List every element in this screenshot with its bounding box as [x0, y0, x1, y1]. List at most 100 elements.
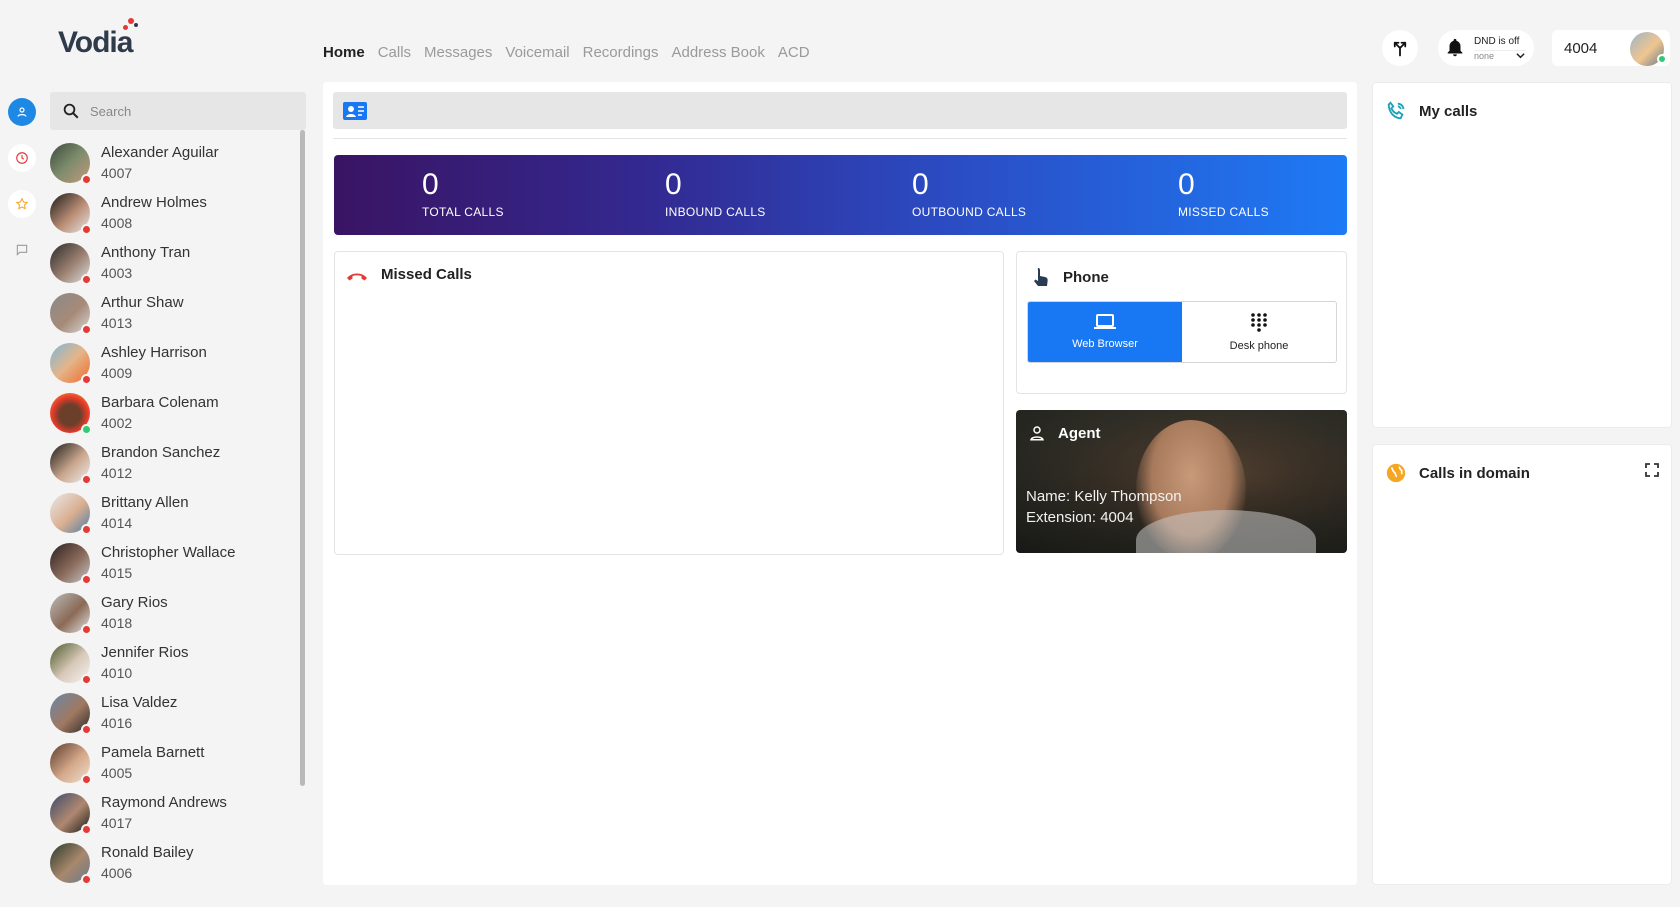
agent-name: Name: Kelly Thompson	[1026, 488, 1182, 505]
contact-item[interactable]: Gary Rios 4018	[50, 588, 300, 638]
tab-messages[interactable]: Messages	[424, 44, 492, 61]
rail-chat[interactable]	[8, 236, 36, 264]
fullscreen-icon	[1645, 463, 1659, 477]
status-dot	[81, 624, 92, 635]
avatar	[50, 443, 92, 485]
status-dot	[81, 674, 92, 685]
contact-name: Arthur Shaw	[101, 294, 184, 311]
avatar	[50, 293, 92, 335]
side-rail	[8, 98, 36, 282]
tab-recordings[interactable]: Recordings	[583, 44, 659, 61]
tab-home[interactable]: Home	[323, 44, 365, 61]
contact-item[interactable]: Lisa Valdez 4016	[50, 688, 300, 738]
status-dot	[81, 774, 92, 785]
status-dot	[81, 374, 92, 385]
tab-address-book[interactable]: Address Book	[671, 44, 764, 61]
phone-call-icon	[1387, 101, 1405, 120]
contact-name: Brittany Allen	[101, 494, 189, 511]
contact-item[interactable]: Alexander Aguilar 4007	[50, 138, 300, 188]
status-dot	[81, 524, 92, 535]
my-calls-title: My calls	[1419, 102, 1478, 120]
status-dot	[81, 824, 92, 835]
rail-favorites[interactable]	[8, 190, 36, 218]
tab-calls[interactable]: Calls	[378, 44, 411, 61]
contact-ext: 4014	[101, 514, 133, 531]
status-dot	[81, 274, 92, 285]
web-browser-option[interactable]: Web Browser	[1028, 302, 1182, 362]
avatar	[50, 843, 92, 885]
stat-missed: 0 MISSED CALLS	[1178, 168, 1269, 219]
user-status-dot	[1657, 54, 1667, 64]
contact-name: Ashley Harrison	[101, 344, 207, 361]
avatar	[50, 243, 92, 285]
avatar	[50, 193, 92, 235]
contact-item[interactable]: Andrew Holmes 4008	[50, 188, 300, 238]
dnd-select[interactable]: none	[1474, 49, 1526, 61]
missed-calls-title: Missed Calls	[381, 266, 472, 283]
avatar	[50, 793, 92, 835]
contact-ext: 4015	[101, 564, 133, 581]
phone-card: Phone Web Browser Desk phone	[1016, 251, 1347, 394]
contact-ext: 4006	[101, 864, 133, 881]
dnd-control[interactable]: DND is off none	[1438, 30, 1534, 66]
contacts-scrollbar[interactable]	[300, 130, 305, 786]
avatar	[50, 493, 92, 535]
my-calls-card: My calls	[1372, 82, 1672, 428]
phone-title: Phone	[1063, 268, 1109, 286]
tab-acd[interactable]: ACD	[778, 44, 810, 61]
contact-item[interactable]: Brandon Sanchez 4012	[50, 438, 300, 488]
contact-item[interactable]: Pamela Barnett 4005	[50, 738, 300, 788]
contact-item[interactable]: Jennifer Rios 4010	[50, 638, 300, 688]
contact-item[interactable]: Ashley Harrison 4009	[50, 338, 300, 388]
agent-card: Agent Name: Kelly Thompson Extension: 40…	[1016, 410, 1347, 553]
contact-item[interactable]: Ronald Bailey 4006	[50, 838, 300, 888]
contact-item[interactable]: Raymond Andrews 4017	[50, 788, 300, 838]
avatar	[50, 743, 92, 785]
contacts-search	[50, 92, 306, 130]
laptop-icon	[1094, 314, 1116, 329]
status-dot	[81, 174, 92, 185]
star-icon	[15, 197, 29, 210]
desk-phone-option[interactable]: Desk phone	[1182, 302, 1336, 362]
contact-item[interactable]: Brittany Allen 4014	[50, 488, 300, 538]
call-routing-button[interactable]	[1382, 30, 1418, 66]
contact-name: Pamela Barnett	[101, 744, 205, 761]
person-icon	[1030, 426, 1044, 441]
contact-name: Christopher Wallace	[101, 544, 236, 561]
contact-item[interactable]: Arthur Shaw 4013	[50, 288, 300, 338]
globe-icon	[1386, 463, 1406, 483]
contact-name: Ronald Bailey	[101, 844, 194, 861]
contact-name: Jennifer Rios	[101, 644, 189, 661]
contact-card-icon[interactable]	[343, 101, 367, 120]
divider	[333, 138, 1347, 139]
calls-in-domain-title: Calls in domain	[1419, 464, 1530, 482]
contact-item[interactable]: Barbara Colenam 4002	[50, 388, 300, 438]
touch-hand-icon	[1034, 268, 1048, 286]
contact-ext: 4008	[101, 214, 133, 231]
dashboard-main: 0 TOTAL CALLS 0 INBOUND CALLS 0 OUTBOUND…	[323, 82, 1357, 885]
contact-ext: 4007	[101, 164, 133, 181]
rail-history[interactable]	[8, 144, 36, 172]
rail-contacts[interactable]	[8, 98, 36, 126]
status-dot	[81, 424, 92, 435]
missed-calls-card: Missed Calls	[334, 251, 1004, 555]
tab-voicemail[interactable]: Voicemail	[505, 44, 569, 61]
search-icon	[63, 103, 79, 119]
missed-call-icon	[347, 273, 367, 280]
expand-button[interactable]	[1645, 463, 1659, 482]
status-dot	[81, 574, 92, 585]
contact-item[interactable]: Christopher Wallace 4015	[50, 538, 300, 588]
status-dot	[81, 874, 92, 885]
contact-name: Raymond Andrews	[101, 794, 227, 811]
phone-mode-toggle: Web Browser Desk phone	[1027, 301, 1337, 363]
status-dot	[81, 224, 92, 235]
call-stats-banner: 0 TOTAL CALLS 0 INBOUND CALLS 0 OUTBOUND…	[334, 155, 1347, 235]
contact-ext: 4013	[101, 314, 133, 331]
search-input[interactable]	[90, 103, 290, 119]
contact-ext: 4016	[101, 714, 133, 731]
chat-icon	[16, 244, 28, 256]
contact-item[interactable]: Anthony Tran 4003	[50, 238, 300, 288]
stat-inbound: 0 INBOUND CALLS	[665, 168, 766, 219]
contact-ext: 4010	[101, 664, 133, 681]
contact-ext: 4012	[101, 464, 133, 481]
